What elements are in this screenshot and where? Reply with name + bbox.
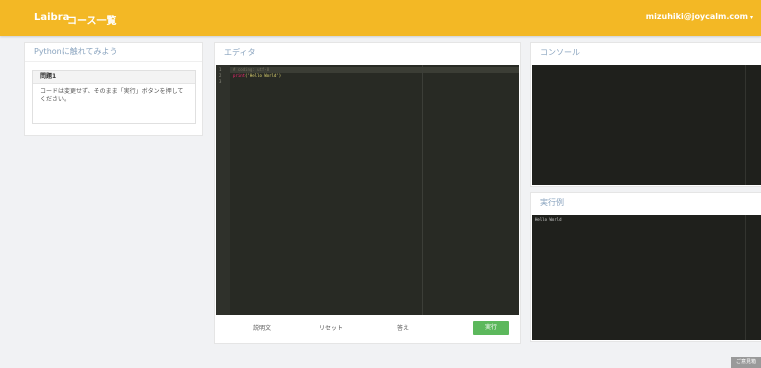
example-scrollbar[interactable] bbox=[745, 215, 746, 340]
chevron-down-icon[interactable]: ▾ bbox=[750, 14, 753, 21]
feedback-button[interactable]: ご意見箱 bbox=[731, 357, 761, 368]
problem-title: 問題1 bbox=[33, 71, 195, 84]
explain-button[interactable]: 説明文 bbox=[245, 322, 279, 336]
example-output-text: Hello World bbox=[535, 217, 562, 222]
console-output[interactable] bbox=[532, 65, 761, 185]
course-list-link[interactable]: コース一覧 bbox=[67, 12, 117, 27]
problem-card: 問題1 コードは変更せず、そのまま「実行」ボタンを押してください。 bbox=[32, 70, 196, 124]
user-email[interactable]: mizuhiki@joycalm.com bbox=[646, 12, 748, 21]
problem-text: コードは変更せず、そのまま「実行」ボタンを押してください。 bbox=[40, 88, 184, 103]
example-panel: 実行例 Hello World bbox=[530, 192, 761, 342]
code-string: ('Hello World') bbox=[245, 73, 282, 78]
code-keyword: print bbox=[233, 73, 246, 78]
console-panel: コンソール bbox=[530, 42, 761, 187]
code-line-comment[interactable]: # coding: utf-8 bbox=[233, 67, 269, 72]
reset-button[interactable]: リセット bbox=[311, 322, 351, 336]
brand-logo[interactable]: Laibra bbox=[34, 12, 69, 23]
example-title: 実行例 bbox=[540, 198, 564, 207]
code-editor[interactable]: 1 2 3 # coding: utf-8 print('Hello World… bbox=[216, 65, 519, 315]
line-number: 1 bbox=[219, 67, 222, 72]
console-scrollbar[interactable] bbox=[745, 65, 746, 185]
line-number-gutter: 1 2 3 bbox=[216, 65, 230, 315]
run-button[interactable]: 実行 bbox=[473, 321, 509, 335]
editor-toolbar: 説明文 リセット 答え 実行 bbox=[215, 319, 520, 341]
editor-panel: エディタ 1 2 3 # coding: utf-8 print('Hello … bbox=[214, 42, 521, 344]
line-number: 2 bbox=[219, 73, 222, 78]
user-menu[interactable]: mizuhiki@joycalm.com ▾ bbox=[646, 12, 753, 21]
lesson-panel: Pythonに触れてみよう 問題1 コードは変更せず、そのまま「実行」ボタンを押… bbox=[24, 42, 203, 136]
line-number: 3 bbox=[219, 79, 222, 84]
print-margin bbox=[422, 65, 423, 315]
top-navbar: Laibra コース一覧 mizuhiki@joycalm.com ▾ bbox=[0, 0, 761, 36]
editor-title: エディタ bbox=[224, 48, 256, 57]
code-line-print[interactable]: print('Hello World') bbox=[233, 73, 281, 78]
console-title: コンソール bbox=[540, 48, 580, 57]
answer-button[interactable]: 答え bbox=[389, 322, 417, 336]
lesson-title: Pythonに触れてみよう bbox=[25, 43, 202, 62]
example-output: Hello World bbox=[532, 215, 761, 340]
